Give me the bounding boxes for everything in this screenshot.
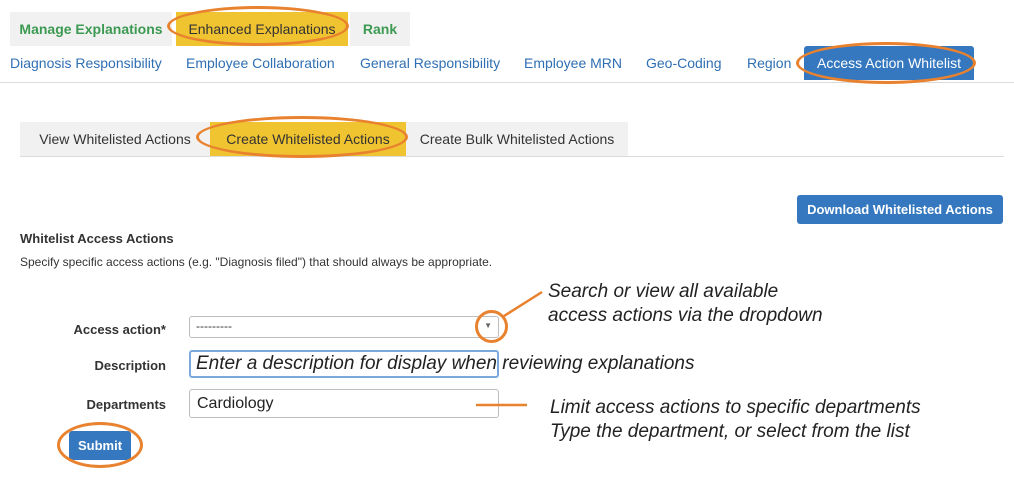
annotation-lines — [476, 290, 543, 407]
dropdown-pointer-line — [503, 290, 543, 318]
